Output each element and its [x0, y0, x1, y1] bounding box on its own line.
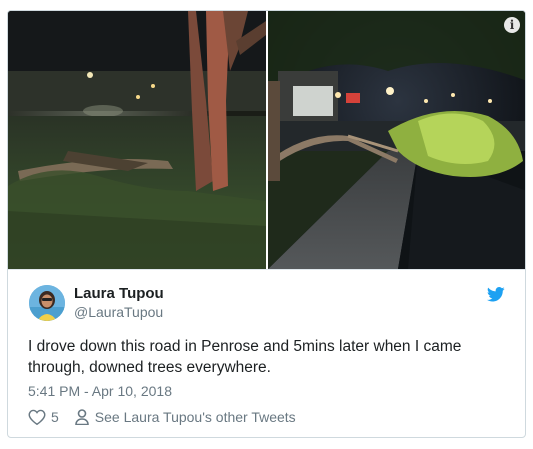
tweet-timestamp[interactable]: 5:41 PM - Apr 10, 2018	[28, 383, 172, 399]
tweet-photo-right[interactable]	[268, 11, 525, 269]
tweet-media[interactable]: i	[8, 11, 525, 269]
like-count: 5	[51, 409, 59, 425]
tweet-actions: 5 See Laura Tupou's other Tweets	[28, 409, 296, 425]
other-tweets-label: See Laura Tupou's other Tweets	[94, 409, 296, 425]
heart-icon	[28, 409, 46, 425]
media-divider	[8, 269, 525, 270]
author-display-name[interactable]: Laura Tupou	[74, 285, 164, 302]
avatar-icon	[29, 285, 65, 321]
tweet-photo-left[interactable]	[8, 11, 266, 269]
person-icon	[74, 409, 89, 425]
author-avatar[interactable]	[29, 285, 65, 321]
author-handle[interactable]: @LauraTupou	[74, 304, 163, 320]
fallen-tree-photo-right	[268, 11, 525, 269]
embedded-tweet-card: i Laura Tupou @LauraTupou I drove down t…	[7, 10, 526, 438]
other-tweets-link[interactable]: See Laura Tupou's other Tweets	[74, 409, 296, 425]
tweet-text: I drove down this road in Penrose and 5m…	[28, 338, 462, 376]
info-icon[interactable]: i	[504, 17, 520, 33]
twitter-bird-icon[interactable]	[487, 287, 505, 302]
like-button[interactable]: 5	[28, 409, 59, 425]
fallen-tree-photo-left	[8, 11, 266, 269]
